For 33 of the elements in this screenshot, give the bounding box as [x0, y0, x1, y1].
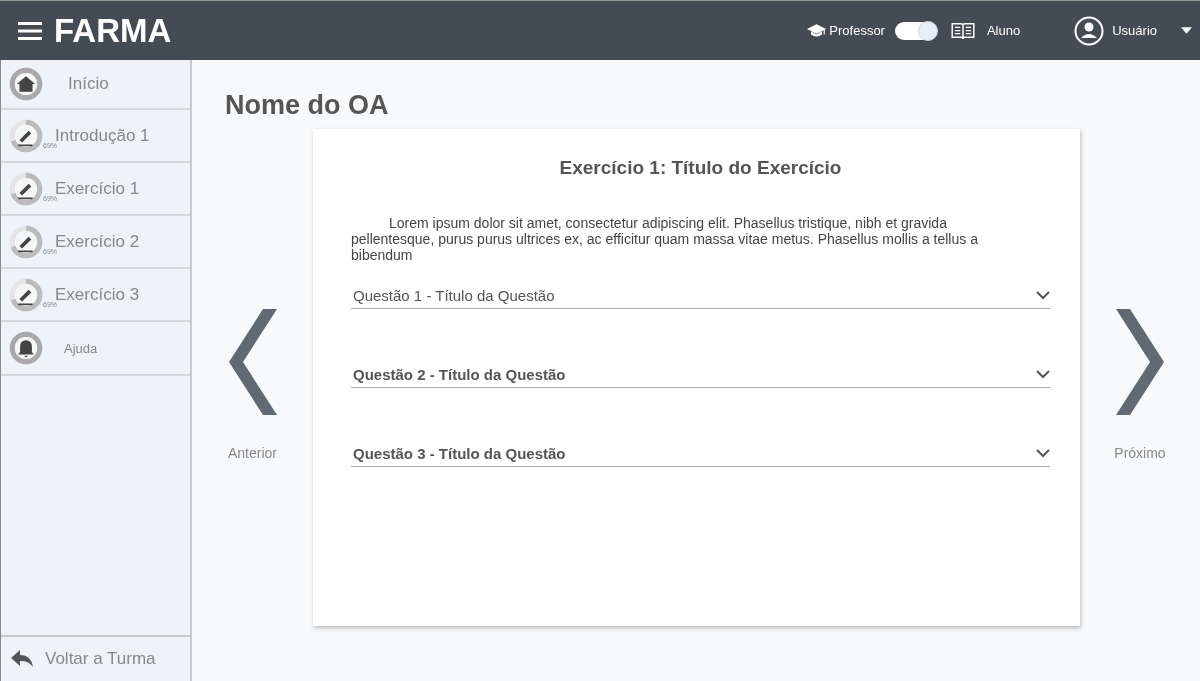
menu-icon[interactable]: [18, 20, 42, 41]
previous-chevron-icon[interactable]: [228, 309, 277, 415]
back-link[interactable]: Voltar a Turma: [1, 635, 190, 681]
bell-icon: [9, 331, 43, 365]
chevron-icon: [1036, 370, 1050, 379]
chevron-icon: [1036, 291, 1050, 300]
pencil-progress-icon: [9, 224, 43, 259]
question-dropdown[interactable]: Questão 2 - Título da Questão: [351, 366, 1050, 388]
role-toggle[interactable]: [894, 21, 937, 40]
next-label[interactable]: Próximo: [1114, 445, 1166, 461]
chevron-icon: [1036, 449, 1050, 458]
question-dropdown[interactable]: Questão 1 - Título da Questão: [351, 287, 1050, 309]
role-label: Professor: [829, 23, 885, 38]
pencil-progress-icon: [9, 118, 43, 153]
sidebar-item[interactable]: Ajuda: [1, 322, 190, 376]
exercise-text: Lorem ipsum dolor sit amet, consectetur adipiscing elit. Phasellus tristique, nibh et gravida pellentesque, purus purus ultrices ex, ac efficitur quam massa vitae metus. Phasellus mollis a tellus a bibendum: [351, 215, 979, 263]
book-icon: [950, 21, 975, 40]
exercise-title: Exercício 1: Título do Exercício: [558, 157, 843, 179]
page-title: Nome do OA: [225, 90, 390, 121]
app-title: FARMA: [54, 11, 172, 50]
home-icon: [9, 67, 43, 101]
pencil-progress-icon: [9, 171, 43, 206]
graduation-cap-icon: [807, 23, 827, 38]
user-avatar-icon[interactable]: [1074, 15, 1105, 46]
role-label: Aluno: [986, 23, 1021, 38]
reply-arrow-icon: [11, 650, 33, 668]
question-dropdown[interactable]: Questão 3 - Título da Questão: [351, 445, 1050, 467]
pencil-progress-icon: [9, 277, 43, 312]
caret-icon[interactable]: [1181, 27, 1192, 34]
next-chevron-icon[interactable]: [1116, 309, 1164, 415]
user-name[interactable]: Usuário: [1112, 23, 1157, 38]
sidebar-item[interactable]: Início: [1, 60, 190, 110]
previous-label[interactable]: Anterior: [228, 445, 277, 461]
